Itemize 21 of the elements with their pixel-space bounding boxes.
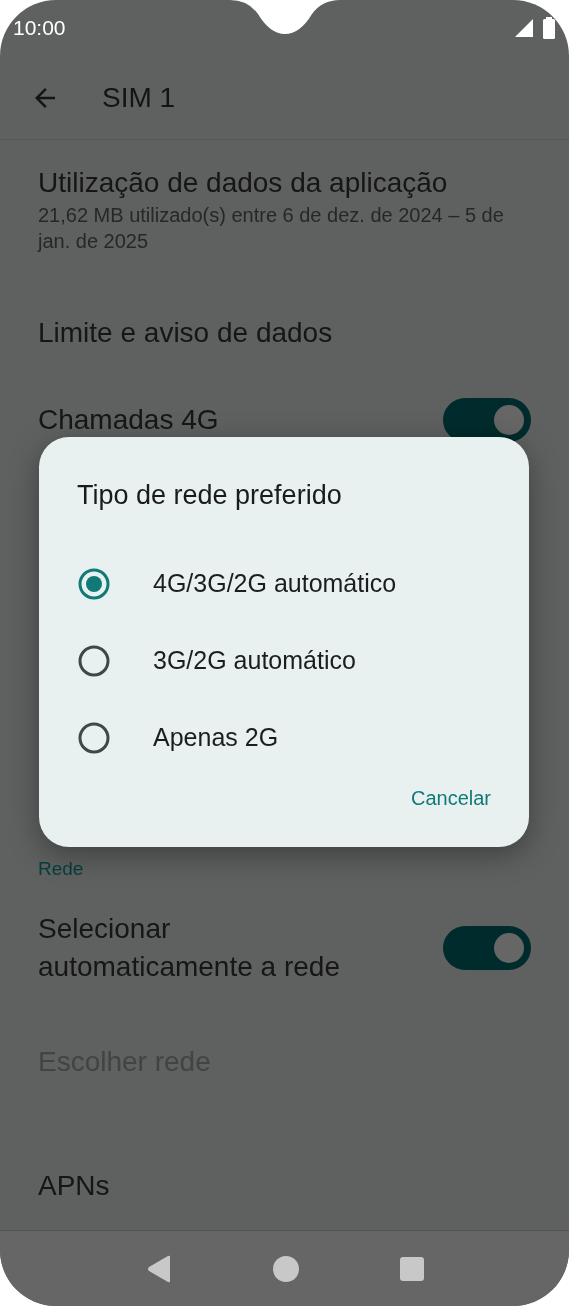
- battery-icon: [542, 17, 556, 39]
- toggle-switch[interactable]: [443, 398, 531, 442]
- radio-option[interactable]: 3G/2G automático: [77, 622, 491, 700]
- home-nav-icon[interactable]: [271, 1254, 300, 1283]
- screen-title: SIM 1: [102, 80, 176, 115]
- status-time: 10:00: [13, 15, 66, 42]
- setting-title: Chamadas 4G: [38, 403, 219, 437]
- toggle-switch[interactable]: [443, 925, 531, 970]
- section-header: Rede: [38, 857, 85, 881]
- recents-nav-icon[interactable]: [399, 1256, 424, 1281]
- back-nav-icon[interactable]: [145, 1254, 172, 1283]
- setting-title: Selecionar automaticamente a rede: [38, 911, 341, 984]
- setting-title: Utilização de dados da aplicação: [38, 166, 449, 200]
- cancel-button[interactable]: Cancelar: [410, 779, 491, 817]
- setting-subtitle: 21,62 MB utilizado(s) entre 6 de dez. de 2024 – 5 de jan. de 2025: [38, 203, 505, 254]
- dialog-title: Tipo de rede preferido: [77, 479, 343, 512]
- signal-icon: [514, 18, 534, 38]
- radio-option[interactable]: 4G/3G/2G automático: [77, 545, 491, 623]
- radio-option[interactable]: Apenas 2G: [77, 699, 491, 777]
- setting-title: Limite e aviso de dados: [38, 316, 333, 350]
- setting-title: APNs: [38, 1168, 110, 1203]
